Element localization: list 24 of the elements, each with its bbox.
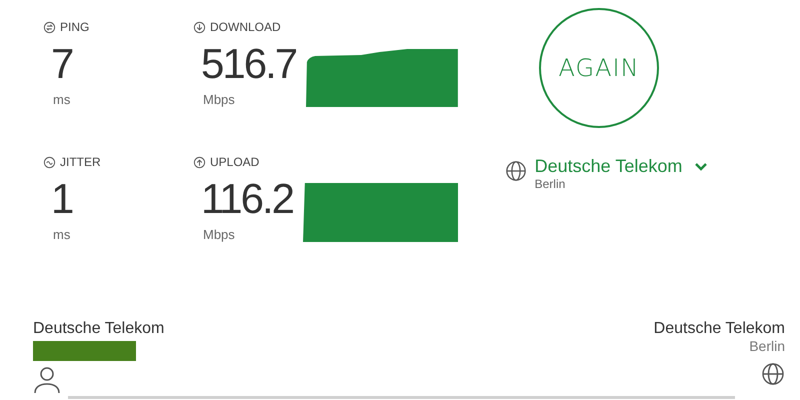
wave-icon [43, 156, 56, 168]
metric-unit: Mbps [202, 92, 236, 107]
globe-icon [504, 160, 527, 182]
person-icon [33, 366, 61, 394]
metric-value: 516.7 [200, 40, 296, 88]
metric-unit: ms [52, 92, 72, 107]
metric-value: 7 [50, 40, 72, 88]
client-provider: Deutsche Telekom [33, 320, 164, 338]
provider-dropdown[interactable]: Deutsche Telekom [534, 156, 708, 177]
metric-label: DOWNLOAD [210, 20, 281, 34]
metric-unit: Mbps [202, 227, 236, 242]
server-location: Berlin [749, 338, 785, 354]
server-provider: Deutsche Telekom [654, 320, 785, 338]
metric-label: UPLOAD [210, 155, 260, 169]
metric-unit: ms [52, 227, 72, 242]
server-location: Berlin [534, 177, 566, 191]
metric-label: JITTER [60, 155, 101, 169]
again-button[interactable]: AGAIN [539, 8, 659, 128]
metric-value: 1 [50, 175, 72, 223]
chevron-down-icon [694, 162, 708, 172]
metric-label: PING [60, 20, 90, 34]
metric-value: 116.2 [200, 175, 293, 223]
globe-icon [761, 362, 785, 386]
exchange-icon [43, 20, 56, 34]
